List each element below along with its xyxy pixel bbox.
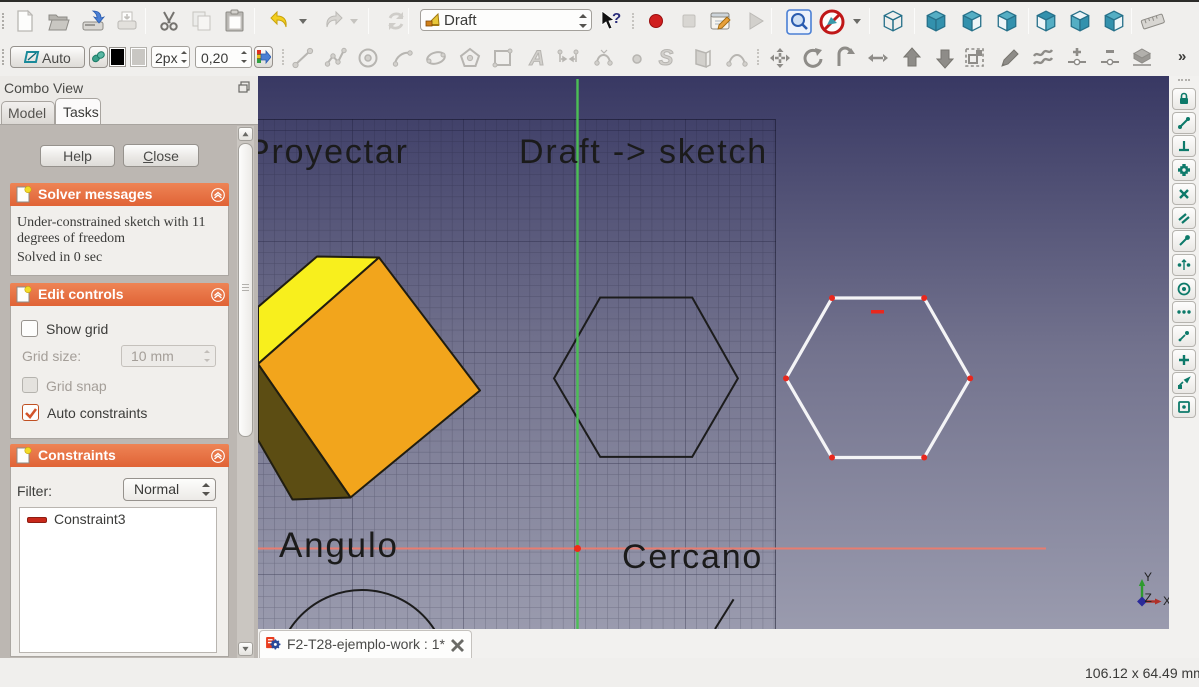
svg-text:S: S [659,46,674,70]
svg-text:Cercano: Cercano [622,538,763,576]
svg-text:Draft -> sketch: Draft -> sketch [519,133,768,171]
svg-text:Proyectar: Proyectar [258,133,409,171]
svg-text:Z: Z [1145,591,1152,605]
svg-text:Y: Y [1144,570,1152,584]
svg-text:A: A [528,47,544,70]
svg-text:?: ? [612,10,621,27]
svg-text:Angulo: Angulo [279,526,399,565]
